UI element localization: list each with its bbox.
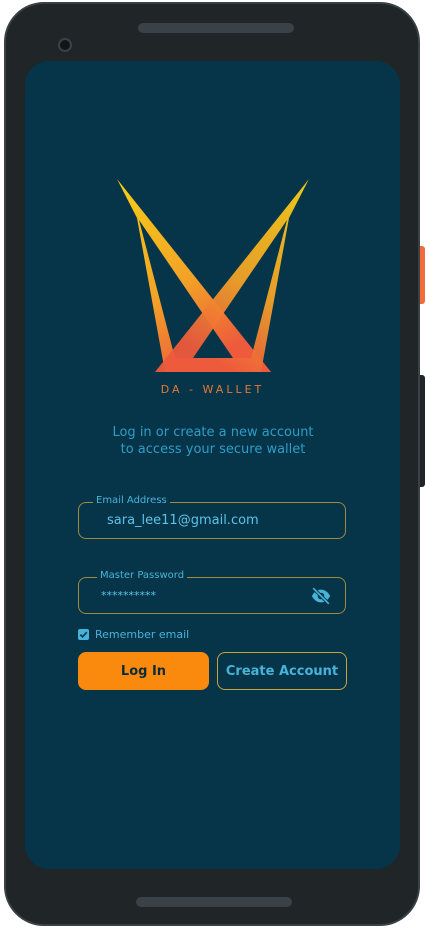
remember-email-option[interactable]: Remember email [78, 627, 189, 641]
login-subtitle: Log in or create a new account to access… [65, 424, 361, 458]
email-field[interactable]: Email Address sara_lee11@gmail.com [78, 494, 346, 539]
wallet-logo-icon [117, 179, 309, 372]
password-input[interactable]: ********** [101, 587, 156, 604]
top-speaker [138, 23, 294, 33]
login-button[interactable]: Log In [78, 652, 209, 690]
email-input[interactable]: sara_lee11@gmail.com [107, 512, 259, 529]
subtitle-line-1: Log in or create a new account [112, 425, 314, 440]
bottom-speaker [136, 897, 292, 907]
password-field-label: Master Password [97, 569, 188, 583]
create-account-button[interactable]: Create Account [217, 652, 347, 690]
checkmark-icon [79, 631, 88, 638]
login-screen: DA - WALLET Log in or create a new accou… [25, 61, 400, 869]
volume-button [420, 375, 425, 487]
brand-name: DA - WALLET [160, 383, 265, 396]
remember-email-checkbox[interactable] [78, 628, 89, 640]
front-camera [58, 38, 72, 52]
remember-email-label: Remember email [95, 627, 190, 641]
eye-off-icon[interactable] [310, 585, 332, 607]
password-field[interactable]: Master Password ********** [78, 569, 346, 614]
power-button [420, 246, 425, 304]
email-field-label: Email Address [93, 494, 170, 508]
subtitle-line-2: to access your secure wallet [120, 442, 306, 457]
